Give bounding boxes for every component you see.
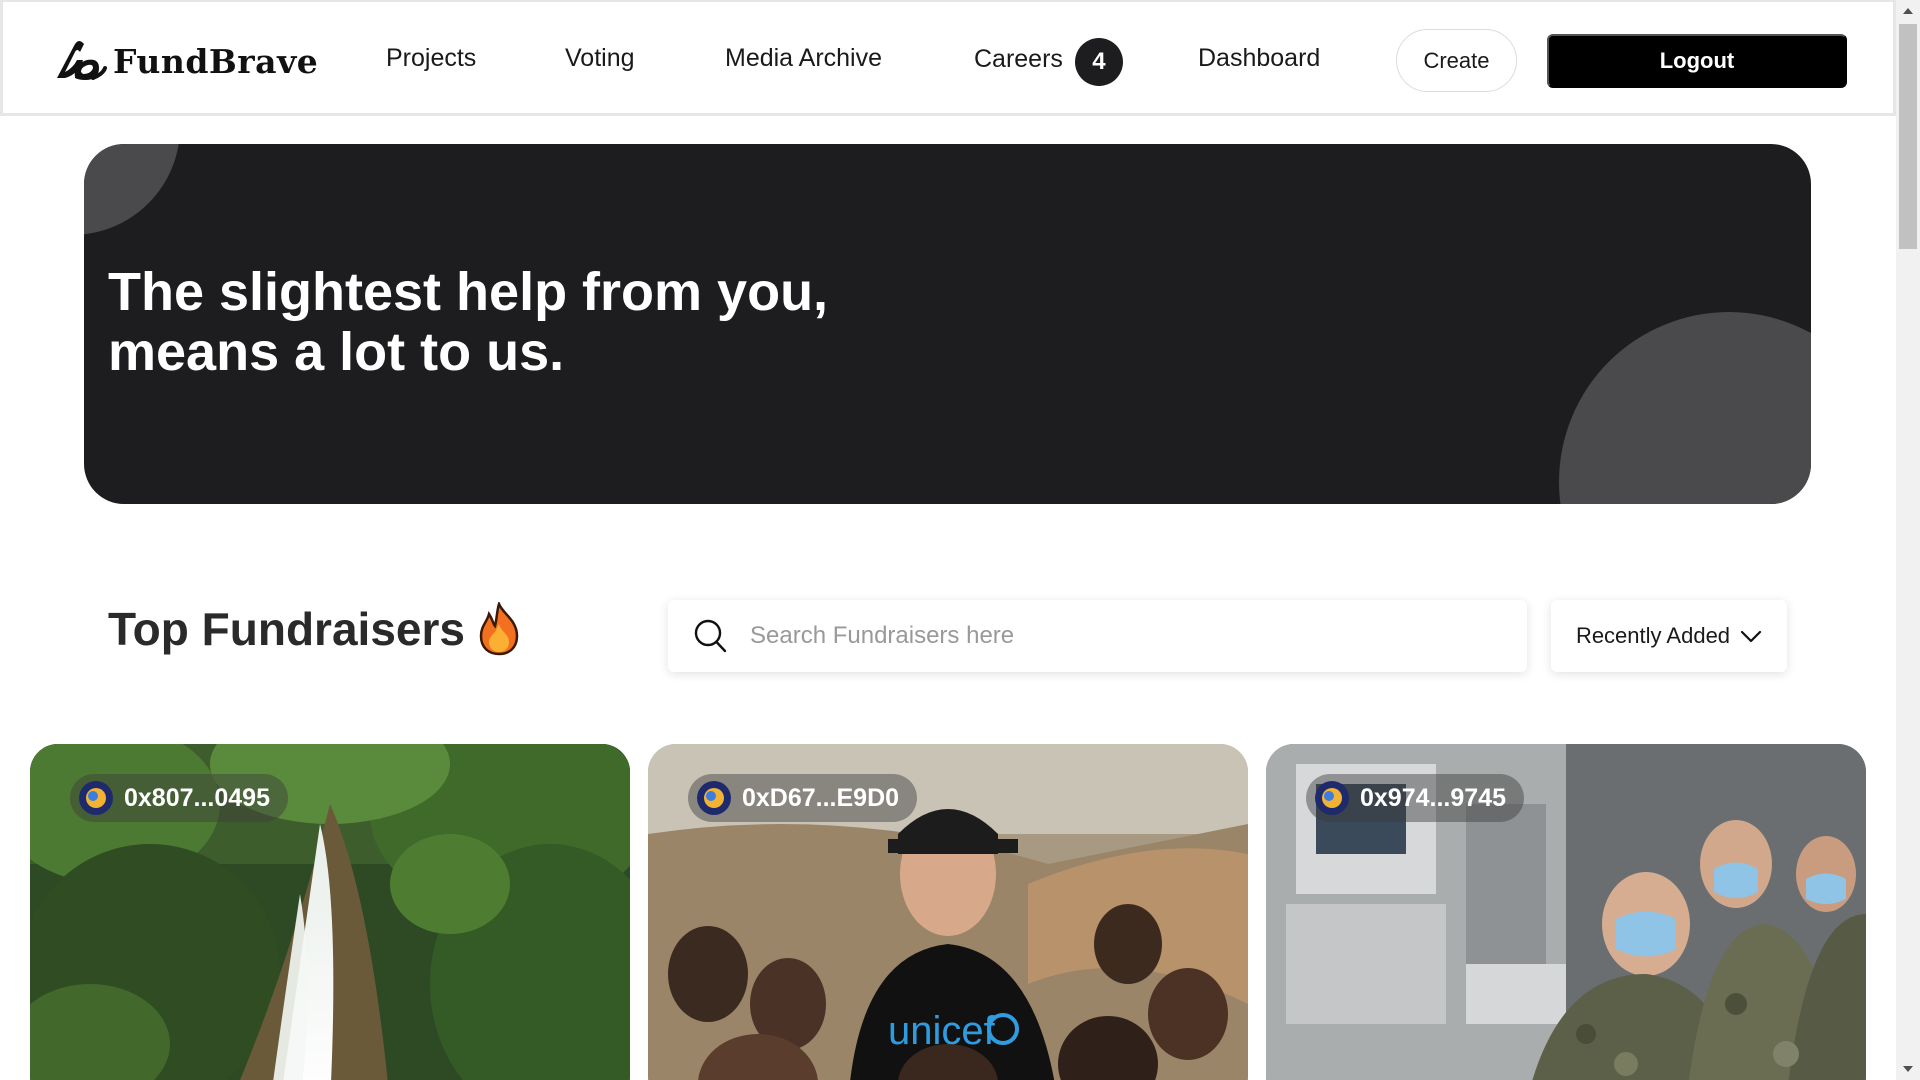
fundraiser-card[interactable]: 0x974...9745 <box>1266 744 1866 1080</box>
scroll-down-arrow-icon[interactable] <box>1896 1058 1920 1080</box>
careers-label: Careers <box>974 44 1063 73</box>
nav-link-dashboard[interactable]: Dashboard <box>1198 44 1320 73</box>
scroll-up-arrow-icon[interactable] <box>1896 0 1920 22</box>
hero-heading: The slightest help from you, means a lot… <box>108 262 1008 382</box>
brand-name: FundBrave <box>113 41 319 81</box>
nav-link-media-archive[interactable]: Media Archive <box>725 44 882 73</box>
create-button[interactable]: Create <box>1396 29 1517 92</box>
fundbrave-logo-icon <box>57 41 107 80</box>
owner-pill: 0xD67...E9D0 <box>688 774 918 822</box>
sort-dropdown[interactable]: Recently Added <box>1551 600 1787 672</box>
avatar <box>697 781 731 815</box>
nav-link-projects[interactable]: Projects <box>386 44 476 73</box>
navbar: FundBrave Projects Voting Media Archive … <box>0 0 1896 116</box>
hero-line-2: means a lot to us. <box>108 322 565 382</box>
fire-icon <box>479 602 519 656</box>
section-title-text: Top Fundraisers <box>108 603 465 655</box>
hero-banner: The slightest help from you, means a lot… <box>84 144 1811 504</box>
logout-button[interactable]: Logout <box>1547 34 1847 88</box>
scrollbar-thumb[interactable] <box>1899 24 1917 249</box>
section-title: Top Fundraisers <box>108 602 521 656</box>
fundraiser-card[interactable]: 0x807...0495 <box>30 744 630 1080</box>
sort-selected-value: Recently Added <box>1575 623 1731 648</box>
page: FundBrave Projects Voting Media Archive … <box>0 0 1896 1080</box>
fundraiser-card[interactable]: unicef 0xD67...E9D0 <box>648 744 1248 1080</box>
owner-address: 0xD67...E9D0 <box>742 783 900 812</box>
owner-address: 0x974...9745 <box>1360 783 1506 812</box>
owner-pill: 0x974...9745 <box>1306 774 1524 822</box>
hero-decor-circle <box>84 144 180 235</box>
search-icon <box>694 619 727 653</box>
careers-count-badge: 4 <box>1074 38 1123 86</box>
owner-address: 0x807...0495 <box>124 783 270 812</box>
avatar <box>1315 781 1349 815</box>
brand[interactable]: FundBrave <box>53 38 318 84</box>
search-input[interactable] <box>748 621 1508 651</box>
vertical-scrollbar[interactable] <box>1896 0 1920 1080</box>
chevron-down-icon <box>1740 630 1762 643</box>
owner-pill: 0x807...0495 <box>70 774 288 822</box>
nav-link-careers[interactable]: Careers 4 <box>974 38 1123 86</box>
nav-link-voting[interactable]: Voting <box>565 44 635 73</box>
avatar <box>79 781 113 815</box>
hero-decor-circle <box>1559 312 1811 504</box>
search-box[interactable] <box>668 600 1527 672</box>
hero-line-1: The slightest help from you, <box>108 262 829 322</box>
